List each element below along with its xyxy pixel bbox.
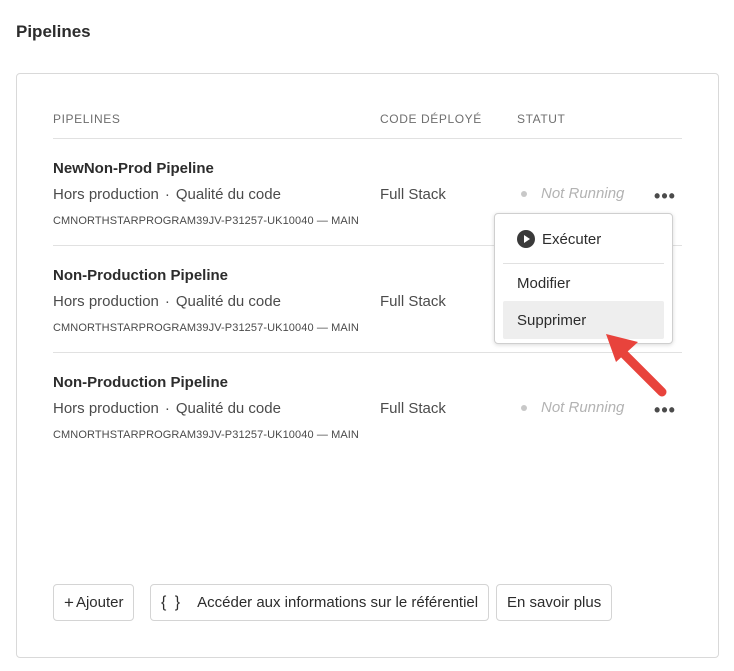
- status-dot-icon: [521, 404, 527, 411]
- pipeline-code: Full Stack: [380, 400, 446, 417]
- column-header-status: STATUT: [517, 112, 566, 126]
- menu-item-edit-label: Modifier: [517, 274, 571, 292]
- row-divider: [53, 352, 682, 353]
- pipeline-meta: Hors production · Qualité du code: [53, 400, 281, 417]
- pipeline-code: Full Stack: [380, 186, 446, 203]
- menu-item-edit[interactable]: Modifier: [503, 264, 664, 302]
- page-title: Pipelines: [16, 22, 91, 41]
- column-header-code: CODE DÉPLOYÉ: [380, 112, 482, 126]
- add-button-label: Ajouter: [75, 594, 124, 611]
- pipeline-type: Qualité du code: [175, 293, 281, 310]
- more-horizontal-icon[interactable]: •••: [653, 184, 677, 208]
- status-dot-icon: [521, 190, 527, 197]
- pipeline-name[interactable]: NewNon-Prod Pipeline: [53, 160, 214, 177]
- meta-separator: ·: [164, 186, 170, 203]
- play-circle-icon: [517, 230, 535, 248]
- repository-info-label: Accéder aux informations sur le référent…: [197, 594, 479, 611]
- learn-more-button[interactable]: En savoir plus: [496, 584, 613, 621]
- pipeline-branch: CMNORTHSTARPROGRAM39JV-P31257-UK10040 — …: [53, 322, 359, 334]
- meta-separator: ·: [164, 293, 170, 310]
- red-arrow-annotation: [606, 334, 667, 397]
- pipeline-env: Hors production: [53, 186, 159, 203]
- braces-icon: { }: [161, 593, 183, 611]
- menu-item-run[interactable]: Exécuter: [503, 220, 664, 258]
- pipeline-name[interactable]: Non-Production Pipeline: [53, 374, 228, 391]
- pipeline-name[interactable]: Non-Production Pipeline: [53, 267, 228, 284]
- pipeline-type: Qualité du code: [175, 400, 281, 417]
- menu-item-run-label: Exécuter: [542, 230, 602, 248]
- pipeline-branch: CMNORTHSTARPROGRAM39JV-P31257-UK10040 — …: [53, 429, 359, 441]
- pipeline-meta: Hors production · Qualité du code: [53, 293, 281, 310]
- status-text: Not Running: [541, 185, 625, 202]
- pipeline-type: Qualité du code: [175, 186, 281, 203]
- plus-icon: +: [64, 592, 74, 612]
- learn-more-label: En savoir plus: [507, 594, 602, 611]
- header-divider: [53, 138, 682, 139]
- pipeline-branch: CMNORTHSTARPROGRAM39JV-P31257-UK10040 — …: [53, 215, 359, 227]
- pipeline-env: Hors production: [53, 400, 159, 417]
- meta-separator: ·: [164, 400, 170, 417]
- column-header-pipelines: PIPELINES: [53, 112, 121, 126]
- menu-item-delete-label: Supprimer: [517, 311, 587, 329]
- status-indicator: Not Running: [521, 185, 624, 202]
- pipeline-meta: Hors production · Qualité du code: [53, 186, 281, 203]
- pipeline-code: Full Stack: [380, 293, 446, 310]
- pipeline-env: Hors production: [53, 293, 159, 310]
- repository-info-button[interactable]: { } Accéder aux informations sur le réfé…: [150, 584, 490, 621]
- add-button[interactable]: + Ajouter: [53, 584, 135, 621]
